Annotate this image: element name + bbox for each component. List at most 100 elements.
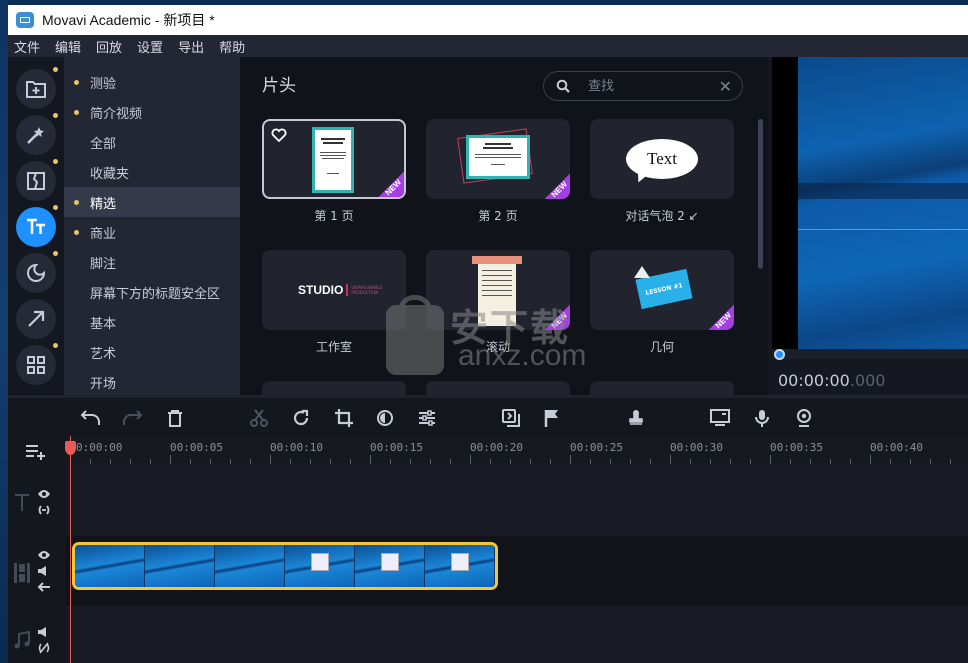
category-item[interactable]: 收藏夹 [64, 157, 240, 187]
import-button[interactable] [16, 67, 58, 109]
title-card[interactable] [262, 381, 406, 395]
ruler-label: 00:00:20 [470, 441, 523, 454]
add-track-button[interactable] [24, 442, 48, 462]
link-icon [38, 505, 50, 515]
category-item[interactable]: 简介视频 [64, 97, 240, 127]
title-label: 工作室 [315, 340, 352, 354]
video-track-ripple-toggle[interactable] [36, 581, 52, 593]
title-card-scroll[interactable]: NEW [426, 250, 570, 330]
text-track[interactable] [66, 464, 968, 536]
speaker-icon [38, 627, 46, 637]
titles-button[interactable] [16, 205, 58, 247]
category-item[interactable]: 屏幕下方的标题安全区 [64, 277, 240, 307]
category-item[interactable]: 测验 [64, 67, 240, 97]
title-card-page-2[interactable]: NEW [426, 119, 570, 199]
gallery-scrollbar[interactable] [758, 119, 763, 269]
title-card-page-1[interactable]: NEW [262, 119, 406, 199]
category-label: 收藏夹 [90, 166, 130, 182]
cut-button[interactable] [248, 407, 270, 429]
audio-track[interactable] [66, 606, 968, 663]
category-item[interactable]: 基本 [64, 307, 240, 337]
menu-export[interactable]: 导出 [178, 37, 204, 56]
stickers-button[interactable] [16, 251, 58, 293]
category-item[interactable]: 开场 [64, 367, 240, 395]
menu-file[interactable]: 文件 [14, 37, 40, 56]
playhead-handle[interactable] [65, 441, 76, 455]
title-card[interactable] [426, 381, 570, 395]
overlay-button[interactable] [500, 407, 522, 429]
title-card-geometry[interactable]: LESSON #1 NEW [590, 250, 734, 330]
text-track-link-toggle[interactable] [36, 504, 52, 516]
filters-button[interactable] [16, 113, 58, 155]
settings-sliders-icon [419, 410, 435, 426]
category-item[interactable]: 商业 [64, 217, 240, 247]
category-label: 开场 [90, 376, 117, 392]
ruler-label: 00:00:10 [270, 441, 323, 454]
window-title: Movavi Academic - 新项目 * [42, 12, 215, 28]
preview-seek-bar[interactable] [772, 349, 968, 359]
undo-button[interactable] [80, 407, 102, 429]
more-tools-button[interactable] [16, 343, 58, 385]
menu-edit[interactable]: 编辑 [55, 37, 81, 56]
stamp-button[interactable] [625, 407, 647, 429]
title-label: 第 1 页 [314, 209, 354, 223]
time-ruler[interactable]: 0:00:00 00:00:05 00:00:10 00:00:15 00:00:20 0… [66, 436, 968, 464]
eye-icon [38, 490, 50, 498]
ruler-tick [170, 455, 171, 464]
delete-button[interactable] [164, 407, 186, 429]
video-clip[interactable] [72, 542, 498, 590]
screen-record-button[interactable] [709, 407, 731, 429]
color-adjust-button[interactable] [374, 407, 396, 429]
category-label: 脚注 [90, 256, 117, 272]
audio-track-mute-toggle[interactable] [36, 626, 52, 638]
category-item[interactable]: 脚注 [64, 247, 240, 277]
category-item[interactable]: 精选 [64, 187, 240, 217]
category-item[interactable]: 全部 [64, 127, 240, 157]
clip-properties-button[interactable] [416, 407, 438, 429]
ruler-tick [470, 455, 471, 464]
video-track-visibility-toggle[interactable] [36, 549, 52, 561]
menu-help[interactable]: 帮助 [219, 37, 245, 56]
add-marker-button[interactable] [541, 407, 563, 429]
callouts-arrow-icon [28, 310, 45, 327]
title-bar: Movavi Academic - 新项目 * [8, 5, 968, 35]
text-track-visibility-toggle[interactable] [36, 488, 52, 500]
clip-frame-thumbnail [75, 545, 145, 587]
new-dot-indicator [74, 110, 79, 115]
seek-handle[interactable] [774, 349, 785, 360]
title-card-studio[interactable]: STUDIO UNIMAGINABLE PRODUCTION [262, 250, 406, 330]
search-input[interactable] [588, 78, 708, 94]
video-track-mute-toggle[interactable] [36, 565, 52, 577]
arrow-left-icon [37, 582, 50, 592]
ruler-label: 00:00:05 [170, 441, 223, 454]
redo-button[interactable] [121, 407, 143, 429]
new-dot-indicator [74, 200, 79, 205]
title-label: 对话气泡 2 ↙ [625, 209, 699, 223]
record-audio-button[interactable] [751, 407, 773, 429]
more-grid-icon [27, 356, 45, 374]
preview-timecode: 00:00:00.000 [778, 371, 886, 390]
clear-search-icon[interactable]: ✕ [719, 77, 732, 96]
title-card[interactable] [590, 381, 734, 395]
audio-track-unlink-toggle[interactable] [36, 642, 52, 654]
webcam-record-button[interactable] [793, 407, 815, 429]
crop-icon [335, 409, 353, 427]
track-headers [8, 436, 66, 663]
transitions-button[interactable] [16, 159, 58, 201]
menu-playback[interactable]: 回放 [96, 37, 122, 56]
favorite-heart-icon[interactable] [271, 127, 287, 142]
rotate-button[interactable] [290, 407, 312, 429]
stickers-icon [27, 263, 46, 282]
page-1-thumbnail [312, 127, 354, 193]
title-card-speech-bubble-2[interactable]: Text [590, 119, 734, 199]
studio-thumbnail: STUDIO UNIMAGINABLE PRODUCTION [298, 283, 383, 297]
category-item[interactable]: 艺术 [64, 337, 240, 367]
ruler-label: 00:00:15 [370, 441, 423, 454]
menu-settings[interactable]: 设置 [137, 37, 163, 56]
new-dot-indicator [74, 80, 79, 85]
crop-button[interactable] [333, 407, 355, 429]
text-track-icon [12, 492, 32, 512]
callouts-button[interactable] [16, 299, 56, 339]
eye-icon [38, 551, 50, 559]
titles-gallery: 片头 ✕ NEW 第 1 页 [240, 57, 768, 395]
